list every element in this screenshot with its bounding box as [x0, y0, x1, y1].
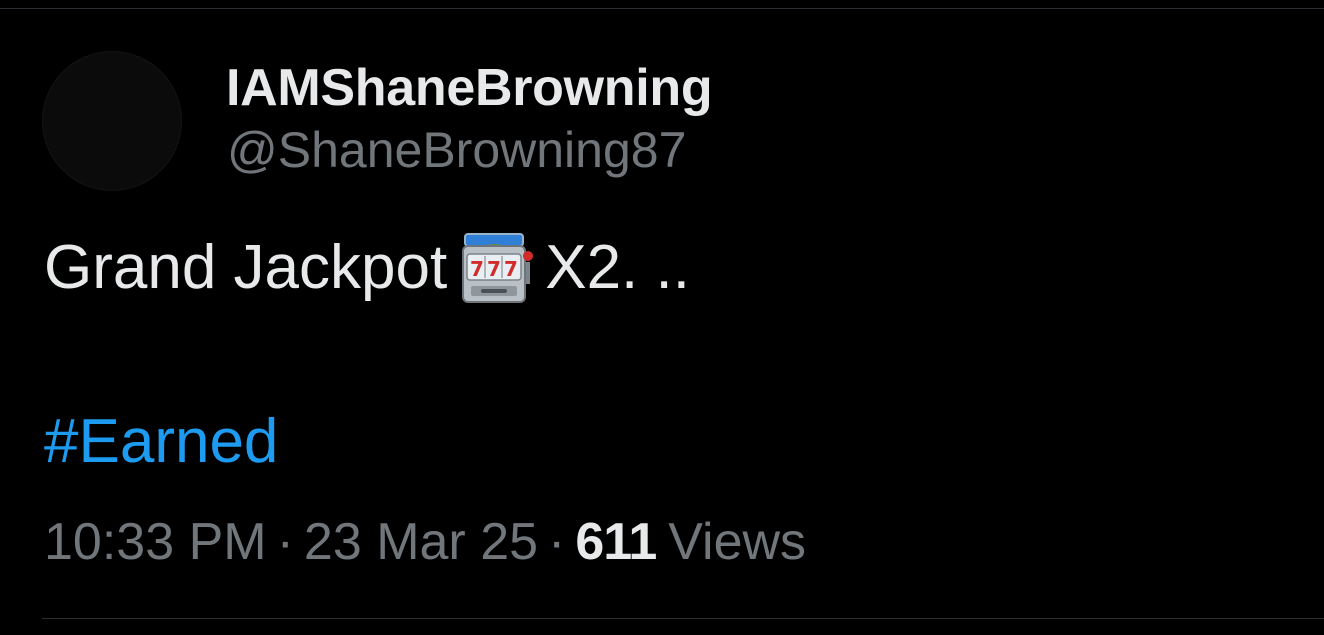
slot-machine-icon: 7 7 7 [459, 232, 535, 304]
tweet-metadata: 10:33 PM · 23 Mar 25 · 611 Views [44, 510, 806, 574]
svg-text:7: 7 [504, 257, 518, 281]
views-label: Views [668, 513, 807, 571]
author-display-name[interactable]: IAMShaneBrowning [226, 58, 713, 118]
author-handle[interactable]: @ShaneBrowning87 [227, 120, 686, 180]
tweet-time[interactable]: 10:33 PM [44, 513, 267, 571]
bottom-divider [42, 618, 1324, 619]
svg-text:7: 7 [487, 257, 501, 281]
views-count[interactable]: 611 [575, 513, 657, 571]
meta-separator: · [276, 513, 294, 571]
avatar[interactable] [43, 52, 181, 190]
tweet-text: Grand Jackpot 7 7 7 X2. .. [44, 232, 690, 304]
svg-text:7: 7 [470, 257, 484, 281]
tweet-date[interactable]: 23 Mar 25 [304, 513, 538, 571]
hashtag-link[interactable]: #Earned [44, 406, 278, 478]
meta-separator: · [548, 513, 566, 571]
tweet-text-end: X2. .. [545, 233, 690, 302]
tweet-text-start: Grand Jackpot [44, 233, 448, 302]
top-divider [0, 8, 1324, 9]
